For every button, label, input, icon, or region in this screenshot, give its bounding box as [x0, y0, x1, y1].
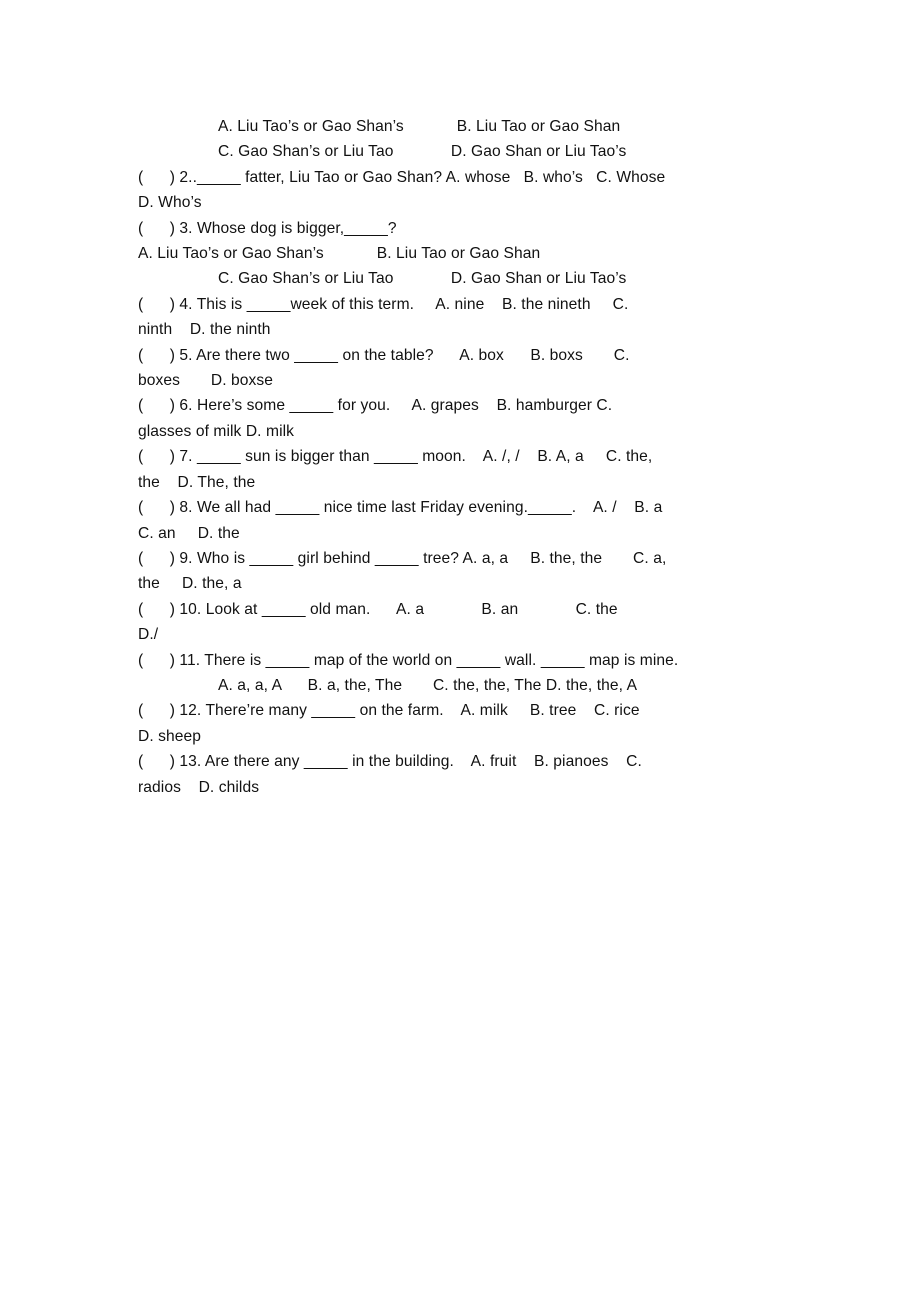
text-line: ( ) 13. Are there any _____ in the build… [138, 753, 642, 771]
text-line: D. Who’s [138, 194, 202, 212]
text-line: radios D. childs [138, 778, 260, 796]
text-line: ( ) 6. Here’s some _____ for you. A. gra… [138, 397, 613, 415]
document-page: A. Liu Tao’s or Gao Shan’s B. Liu Tao or… [0, 0, 920, 1302]
worksheet-text-block: A. Liu Tao’s or Gao Shan’s B. Liu Tao or… [138, 114, 786, 800]
text-line: C. an D. the [138, 524, 240, 542]
text-line: ( ) 5. Are there two _____ on the table?… [138, 346, 630, 364]
text-line: A. Liu Tao’s or Gao Shan’s B. Liu Tao or… [138, 245, 541, 263]
text-line: ( ) 12. There’re many _____ on the farm.… [138, 702, 640, 720]
text-line: C. Gao Shan’s or Liu Tao D. Gao Shan or … [218, 270, 627, 288]
text-line: ( ) 11. There is _____ map of the world … [138, 651, 679, 669]
text-line: A. a, a, A B. a, the, The C. the, the, T… [218, 676, 638, 694]
text-line: ( ) 9. Who is _____ girl behind _____ tr… [138, 549, 667, 567]
text-line: ( ) 2.._____ fatter, Liu Tao or Gao Shan… [138, 168, 666, 186]
text-line: ( ) 10. Look at _____ old man. A. a B. a… [138, 600, 618, 618]
text-line: ( ) 8. We all had _____ nice time last F… [138, 499, 663, 517]
text-line: boxes D. boxse [138, 372, 274, 390]
text-line: the D. The, the [138, 473, 256, 491]
text-line: ( ) 4. This is _____week of this term. A… [138, 295, 629, 313]
text-line: ( ) 7. _____ sun is bigger than _____ mo… [138, 448, 653, 466]
text-line: ninth D. the ninth [138, 321, 271, 339]
text-line: D./ [138, 626, 159, 644]
text-line: ( ) 3. Whose dog is bigger,_____? [138, 219, 397, 237]
text-line: D. sheep [138, 727, 202, 745]
text-line: C. Gao Shan’s or Liu Tao D. Gao Shan or … [218, 143, 627, 161]
text-line: A. Liu Tao’s or Gao Shan’s B. Liu Tao or… [218, 118, 621, 135]
text-line: the D. the, a [138, 575, 242, 593]
text-line: glasses of milk D. milk [138, 422, 295, 440]
